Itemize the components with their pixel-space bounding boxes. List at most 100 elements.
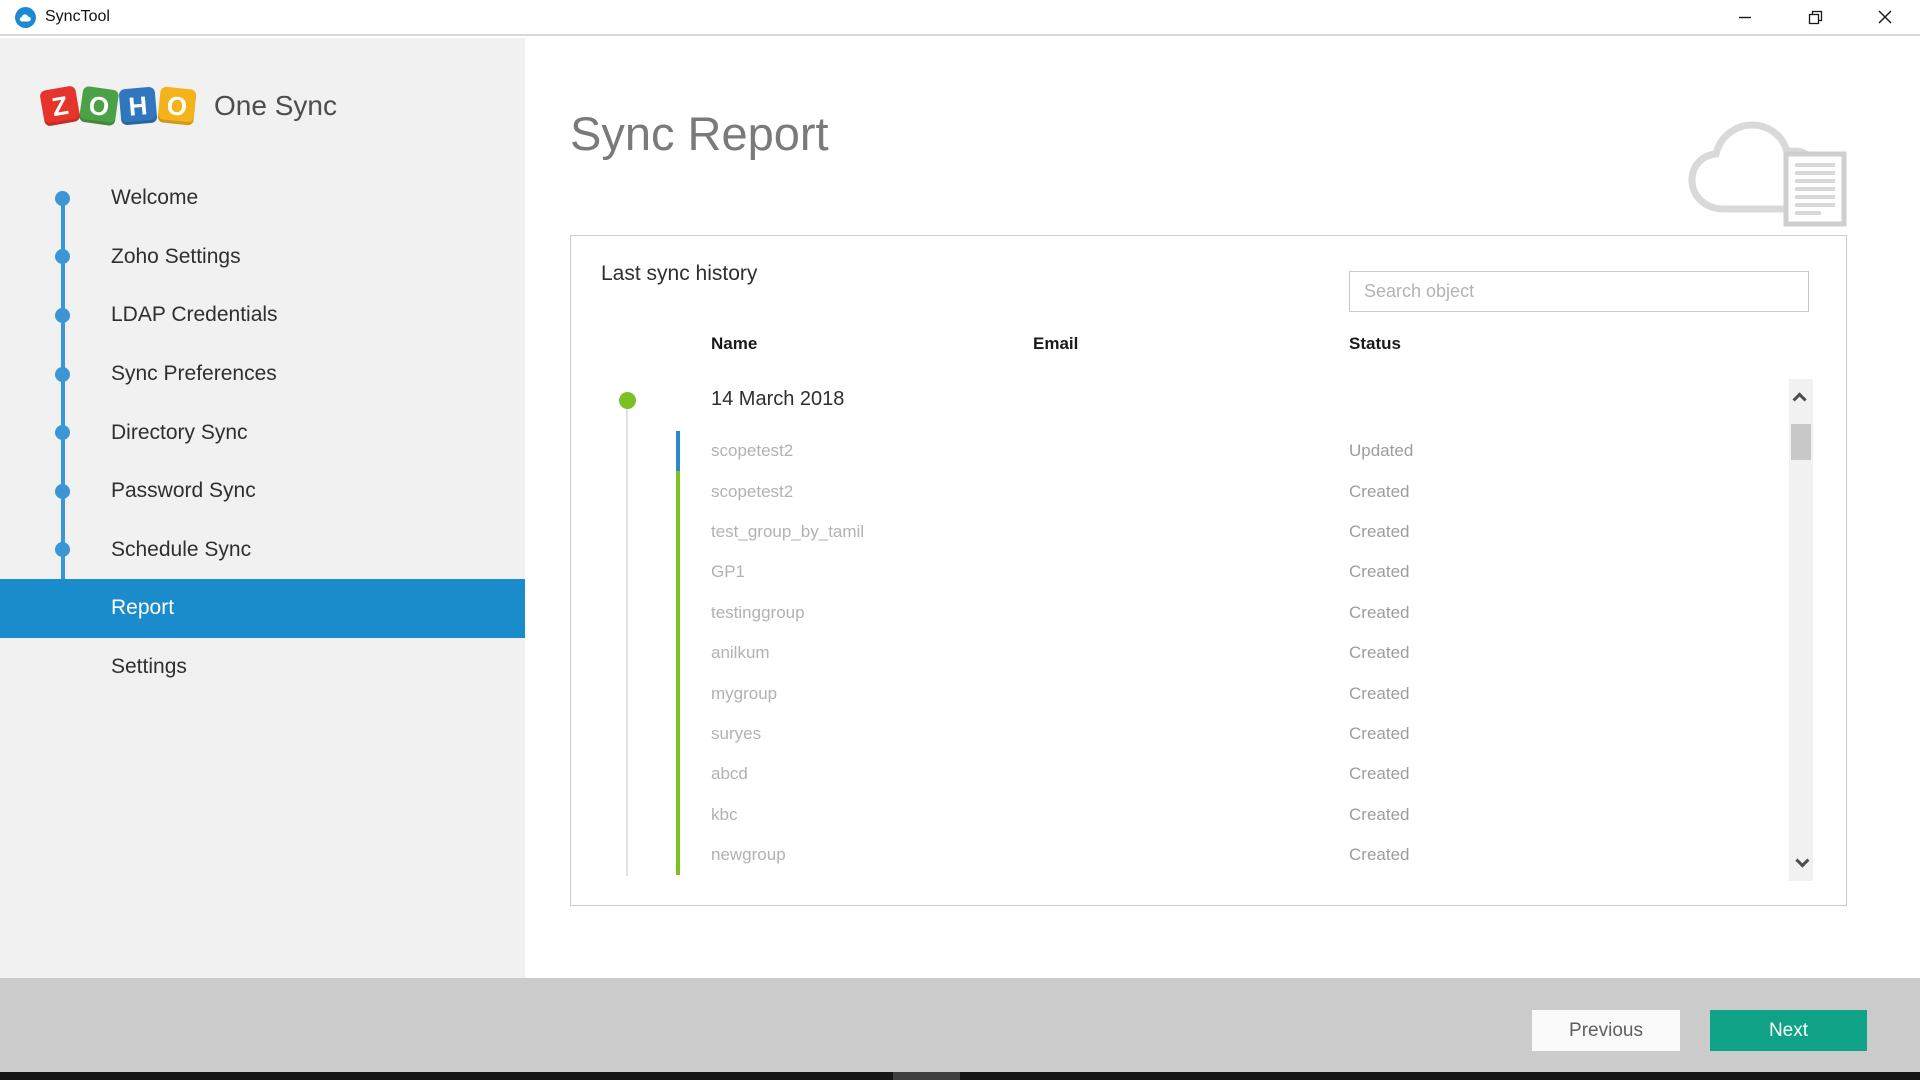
brand-title: One Sync [214, 90, 337, 121]
step-dot-icon [55, 307, 70, 323]
zoho-letter-2: H [118, 86, 158, 126]
sidebar-item-label: Password Sync [111, 479, 256, 503]
panel-heading: Last sync history [601, 262, 758, 285]
sidebar-item-label: Schedule Sync [111, 537, 252, 561]
table-row: anilkum Created [571, 632, 1848, 674]
sidebar-item-schedule-sync[interactable]: Schedule Sync [0, 521, 525, 580]
row-name: anilkum [711, 643, 770, 663]
bottom-edge-segment [893, 1072, 960, 1080]
sidebar-item-directory-sync[interactable]: Directory Sync [0, 403, 525, 462]
sync-group-date: 14 March 2018 [711, 388, 845, 410]
row-status: Created [1349, 683, 1410, 703]
row-accent-bar [676, 552, 680, 593]
scrollbar[interactable] [1789, 379, 1813, 881]
table-row: mygroup Created [571, 673, 1848, 714]
window-title: SyncTool [45, 8, 110, 25]
column-header-email: Email [1033, 334, 1079, 353]
zoho-letter-3: O [157, 86, 197, 126]
chevron-down-icon [1795, 853, 1810, 868]
row-status: Updated [1349, 441, 1414, 461]
row-accent-bar [676, 794, 680, 835]
row-name: mygroup [711, 683, 778, 703]
step-dot-icon [55, 190, 70, 206]
bottom-edge-strip [0, 1072, 1920, 1080]
restore-button[interactable] [1780, 0, 1850, 34]
previous-button[interactable]: Previous [1532, 1010, 1680, 1051]
sidebar-item-report[interactable]: Report [0, 579, 525, 638]
step-dot-icon [55, 425, 70, 441]
row-status: Created [1349, 602, 1410, 622]
row-name: abcd [711, 764, 748, 784]
sidebar-stepper: Welcome Zoho Settings LDAP Credentials Sync… [0, 169, 525, 696]
row-status: Created [1349, 804, 1410, 824]
sidebar-item-label: LDAP Credentials [111, 303, 278, 327]
row-accent-bar [676, 632, 680, 674]
sidebar-item-sync-preferences[interactable]: Sync Preferences [0, 345, 525, 404]
sidebar-item-label: Zoho Settings [111, 244, 241, 268]
zoho-letter-1: O [78, 85, 120, 127]
sidebar-item-label: Welcome [111, 186, 199, 210]
sidebar-item-zoho-settings[interactable]: Zoho Settings [0, 228, 525, 287]
row-accent-bar [676, 713, 680, 755]
row-accent-bar [676, 511, 680, 553]
table-row: kbc Created [571, 794, 1848, 835]
scrollbar-thumb[interactable] [1791, 424, 1811, 460]
sidebar-item-welcome[interactable]: Welcome [0, 169, 525, 228]
scroll-up-button[interactable] [1789, 383, 1813, 413]
minimize-icon [1739, 16, 1751, 19]
column-header-name: Name [711, 334, 758, 353]
sidebar-item-password-sync[interactable]: Password Sync [0, 462, 525, 521]
sidebar-item-settings[interactable]: Settings [0, 638, 525, 697]
scroll-down-button[interactable] [1789, 847, 1813, 877]
app-cloud-icon [15, 6, 36, 28]
row-name: scopetest2 [711, 441, 794, 461]
zoho-letter-0: Z [39, 85, 81, 127]
footer-bar: Previous Next [0, 978, 1920, 1072]
titlebar[interactable]: SyncTool [0, 0, 1920, 36]
sync-history-panel: Last sync history Name Email Status 14 M… [570, 235, 1847, 906]
table-row: test_group_by_tamil Created [571, 511, 1848, 553]
row-name: testinggroup [711, 602, 805, 622]
row-name: kbc [711, 804, 738, 824]
row-status: Created [1349, 764, 1410, 784]
row-name: newgroup [711, 845, 786, 865]
table-row: suryes Created [571, 713, 1848, 755]
table-row: testinggroup Created [571, 592, 1848, 633]
table-row: abcd Created [571, 754, 1848, 795]
row-status: Created [1349, 643, 1410, 663]
row-name: suryes [711, 723, 762, 743]
step-dot-icon [55, 249, 70, 265]
page-title: Sync Report [570, 107, 829, 160]
sidebar: ZOHO One Sync Welcome Zoho Settings LDAP C… [0, 38, 525, 978]
zoho-logo: ZOHO [39, 85, 198, 127]
row-accent-bar [676, 431, 680, 472]
row-accent-bar [676, 471, 680, 512]
window-controls [1710, 0, 1920, 34]
table-row: newgroup Created [571, 834, 1848, 876]
close-icon [1878, 10, 1892, 24]
row-name: test_group_by_tamil [711, 521, 865, 541]
table-row: scopetest2 Updated [571, 431, 1848, 472]
column-header-status: Status [1349, 334, 1401, 353]
chevron-up-icon [1792, 392, 1807, 407]
row-name: scopetest2 [711, 481, 794, 501]
row-accent-bar [676, 834, 680, 876]
close-button[interactable] [1850, 0, 1920, 34]
cloud-report-icon [1688, 121, 1847, 227]
row-status: Created [1349, 845, 1410, 865]
step-dot-icon [55, 542, 70, 558]
step-dot-icon [55, 483, 70, 499]
sidebar-item-label: Report [111, 596, 175, 620]
row-name: GP1 [711, 562, 746, 582]
next-button[interactable]: Next [1710, 1010, 1867, 1051]
row-status: Created [1349, 562, 1410, 582]
table-row: GP1 Created [571, 552, 1848, 593]
cloud-glyph [19, 13, 31, 21]
sidebar-item-ldap-credentials[interactable]: LDAP Credentials [0, 286, 525, 345]
row-accent-bar [676, 673, 680, 714]
row-status: Created [1349, 723, 1410, 743]
minimize-button[interactable] [1710, 0, 1780, 34]
search-input[interactable] [1349, 271, 1809, 312]
row-status: Created [1349, 521, 1410, 541]
restore-icon [1808, 10, 1822, 24]
